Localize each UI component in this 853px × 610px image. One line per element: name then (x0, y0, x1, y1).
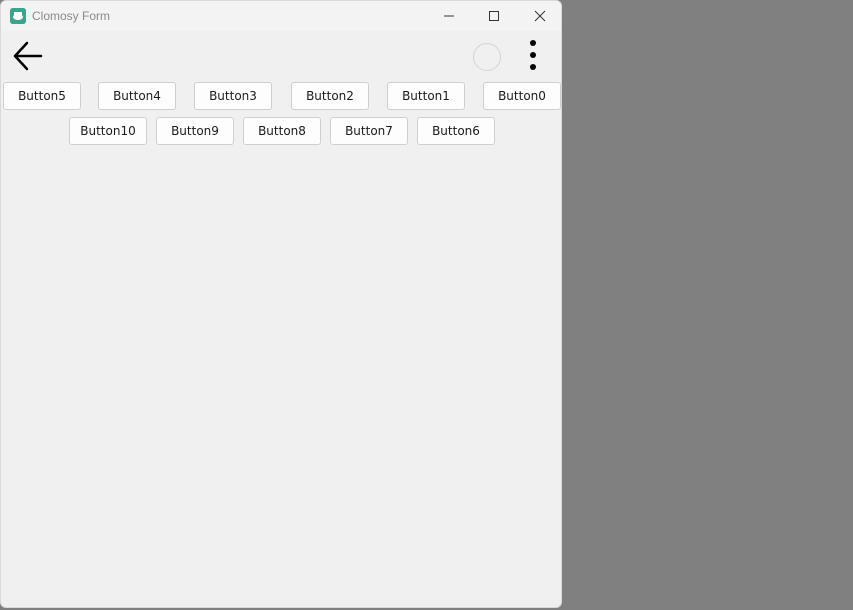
circle-button[interactable] (473, 43, 501, 71)
button5[interactable]: Button5 (3, 82, 81, 110)
close-icon (534, 10, 546, 22)
button6[interactable]: Button6 (417, 117, 495, 145)
maximize-icon (489, 11, 499, 21)
title-bar[interactable]: Clomosy Form (1, 1, 561, 31)
button4[interactable]: Button4 (98, 82, 176, 110)
form-toolbar (1, 31, 561, 81)
maximize-button[interactable] (471, 1, 517, 31)
button10[interactable]: Button10 (69, 117, 147, 145)
button8[interactable]: Button8 (243, 117, 321, 145)
button0[interactable]: Button0 (483, 82, 561, 110)
button1[interactable]: Button1 (387, 82, 465, 110)
button2[interactable]: Button2 (291, 82, 369, 110)
more-vertical-icon (530, 40, 536, 70)
button9[interactable]: Button9 (156, 117, 234, 145)
clomosy-app-icon (10, 8, 26, 24)
more-options-button[interactable] (521, 39, 545, 73)
close-button[interactable] (517, 1, 561, 31)
minimize-icon (444, 15, 454, 17)
back-button[interactable] (7, 38, 47, 74)
button7[interactable]: Button7 (330, 117, 408, 145)
app-window: Clomosy Form Button5 Button4 Button3 But… (0, 0, 562, 608)
window-title: Clomosy Form (32, 9, 111, 23)
minimize-button[interactable] (426, 1, 472, 31)
button3[interactable]: Button3 (194, 82, 272, 110)
arrow-left-icon (13, 41, 43, 71)
